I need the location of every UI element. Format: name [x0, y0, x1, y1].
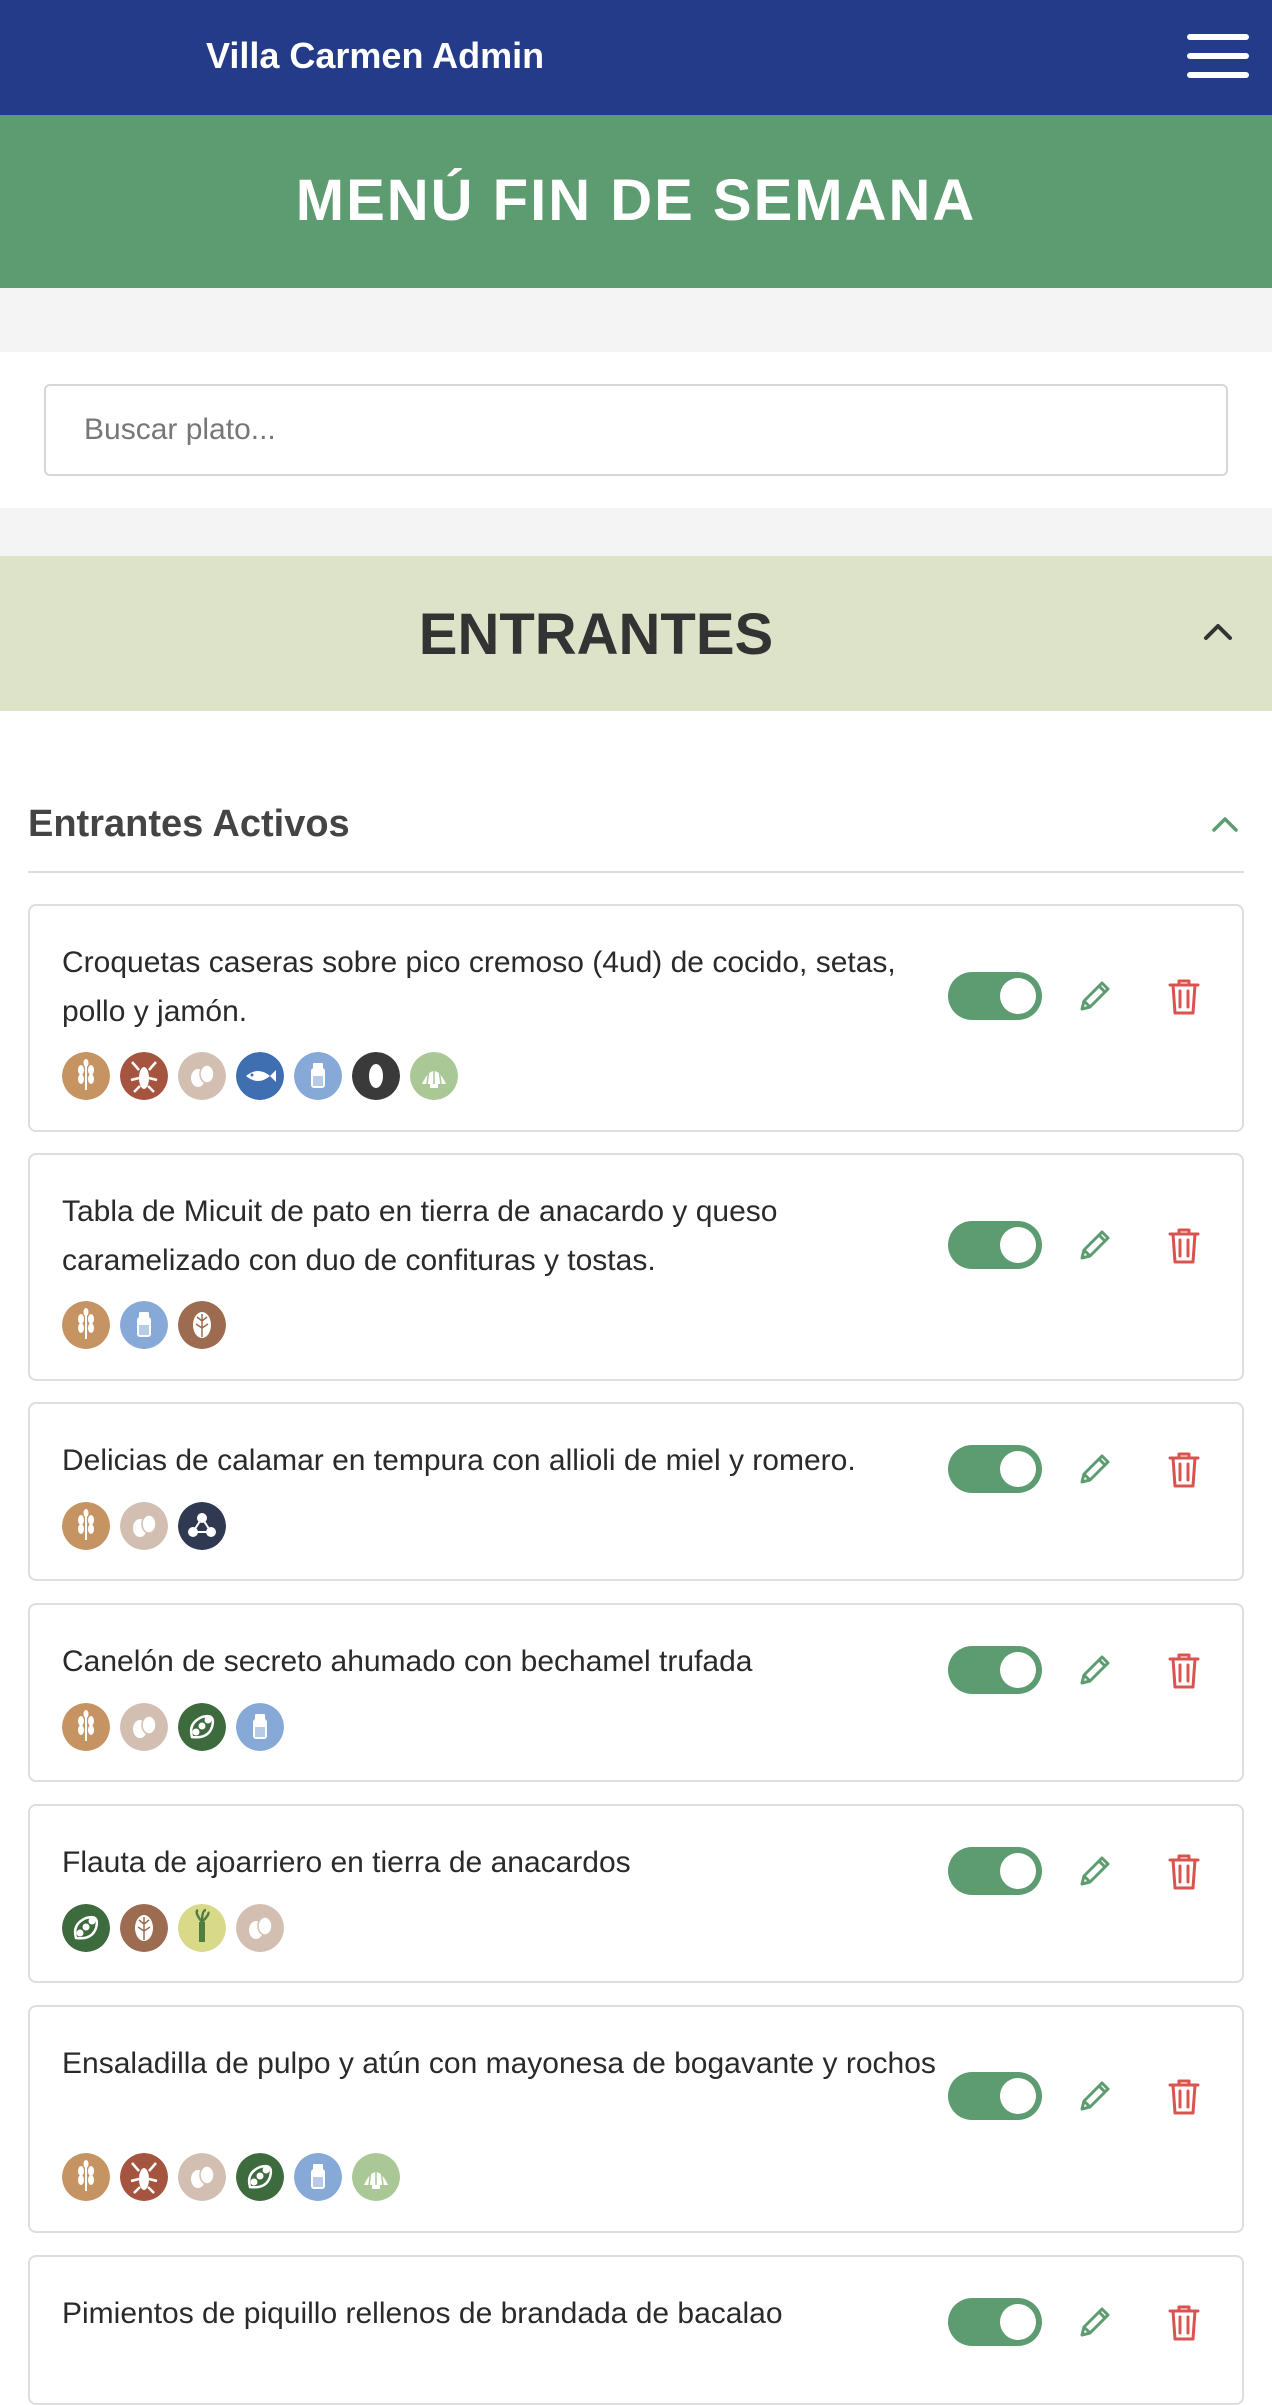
pencil-icon[interactable] [1074, 1448, 1116, 1490]
gluten-icon [62, 2153, 110, 2201]
active-toggle[interactable] [948, 972, 1042, 1020]
milk-icon [120, 1301, 168, 1349]
app-title[interactable]: Villa Carmen Admin [206, 34, 544, 78]
dish-card: Flauta de ajoarriero en tierra de anacar… [28, 1804, 1244, 1983]
soy-icon [178, 1703, 226, 1751]
dish-card: Croquetas caseras sobre pico cremoso (4u… [28, 904, 1244, 1132]
gluten-icon [62, 1052, 110, 1100]
molluscs-icon [352, 2153, 400, 2201]
trash-icon[interactable] [1164, 1224, 1204, 1266]
dish-card: Canelón de secreto ahumado con bechamel … [28, 1603, 1244, 1782]
search-input[interactable] [44, 384, 1228, 476]
allergen-list [62, 2153, 400, 2201]
soy-icon [236, 2153, 284, 2201]
eggs-icon [236, 1904, 284, 1952]
toggle-knob [1000, 1227, 1036, 1263]
trash-icon[interactable] [1164, 1649, 1204, 1691]
dish-card: Tabla de Micuit de pato en tierra de ana… [28, 1153, 1244, 1381]
pencil-icon[interactable] [1074, 975, 1116, 1017]
molluscs-icon [410, 1052, 458, 1100]
active-toggle[interactable] [948, 2072, 1042, 2120]
eggs-icon [178, 1052, 226, 1100]
toggle-knob [1000, 2078, 1036, 2114]
allergen-list [62, 1502, 226, 1550]
pencil-icon[interactable] [1074, 2301, 1116, 2343]
trash-icon[interactable] [1164, 975, 1204, 1017]
section-title: ENTRANTES [418, 602, 774, 667]
active-toggle[interactable] [948, 1221, 1042, 1269]
spacer [0, 508, 1272, 556]
milk-icon [294, 1052, 342, 1100]
nuts-icon [178, 1301, 226, 1349]
pencil-icon[interactable] [1074, 1224, 1116, 1266]
active-toggle[interactable] [948, 1646, 1042, 1694]
menu-title: MENÚ FIN DE SEMANA [295, 168, 977, 233]
toggle-knob [1000, 1853, 1036, 1889]
toggle-knob [1000, 2304, 1036, 2340]
celery-icon [178, 1904, 226, 1952]
pencil-icon[interactable] [1074, 1850, 1116, 1892]
top-navbar: Villa Carmen Admin [0, 0, 1272, 115]
sulphites-icon [178, 1502, 226, 1550]
spacer [0, 288, 1272, 352]
eggs-icon [120, 1502, 168, 1550]
toggle-knob [1000, 1652, 1036, 1688]
pencil-icon[interactable] [1074, 2075, 1116, 2117]
pencil-icon[interactable] [1074, 1649, 1116, 1691]
fish-icon [236, 1052, 284, 1100]
menu-icon[interactable] [1187, 34, 1249, 78]
milk-icon [236, 1703, 284, 1751]
milk-icon [294, 2153, 342, 2201]
toggle-knob [1000, 1451, 1036, 1487]
trash-icon[interactable] [1164, 1448, 1204, 1490]
chevron-up-icon[interactable] [1208, 807, 1242, 841]
eggs-icon [178, 2153, 226, 2201]
toggle-knob [1000, 978, 1036, 1014]
dish-name: Ensaladilla de pulpo y atún con mayonesa… [62, 2047, 936, 2080]
active-toggle[interactable] [948, 1445, 1042, 1493]
allergen-list [62, 1703, 284, 1751]
active-toggle[interactable] [948, 1847, 1042, 1895]
trash-icon[interactable] [1164, 2075, 1204, 2117]
subsection-title: Entrantes Activos [28, 803, 350, 845]
dish-name: Croquetas caseras sobre pico cremoso (4u… [62, 946, 896, 1028]
crustaceans-icon [120, 2153, 168, 2201]
dish-name: Canelón de secreto ahumado con bechamel … [62, 1645, 753, 1678]
active-toggle[interactable] [948, 2298, 1042, 2346]
dish-name: Tabla de Micuit de pato en tierra de ana… [62, 1195, 778, 1277]
crustaceans-icon [120, 1052, 168, 1100]
nuts-icon [120, 1904, 168, 1952]
dish-name: Delicias de calamar en tempura con allio… [62, 1444, 856, 1477]
allergen-list [62, 1301, 226, 1349]
dish-name: Pimientos de piquillo rellenos de branda… [62, 2297, 783, 2330]
gluten-icon [62, 1502, 110, 1550]
dish-card: Delicias de calamar en tempura con allio… [28, 1402, 1244, 1581]
subsection-header[interactable]: Entrantes Activos [28, 785, 1244, 873]
chevron-up-icon[interactable] [1200, 614, 1236, 650]
dish-card: Pimientos de piquillo rellenos de branda… [28, 2255, 1244, 2405]
trash-icon[interactable] [1164, 1850, 1204, 1892]
soy-icon [62, 1904, 110, 1952]
dish-name: Flauta de ajoarriero en tierra de anacar… [62, 1846, 631, 1879]
sesame-icon [352, 1052, 400, 1100]
section-header-entrantes[interactable]: ENTRANTES [0, 556, 1272, 711]
dish-card: Ensaladilla de pulpo y atún con mayonesa… [28, 2005, 1244, 2233]
gluten-icon [62, 1301, 110, 1349]
allergen-list [62, 1052, 458, 1100]
trash-icon[interactable] [1164, 2301, 1204, 2343]
allergen-list [62, 1904, 284, 1952]
menu-banner: MENÚ FIN DE SEMANA [0, 115, 1272, 288]
eggs-icon [120, 1703, 168, 1751]
gluten-icon [62, 1703, 110, 1751]
